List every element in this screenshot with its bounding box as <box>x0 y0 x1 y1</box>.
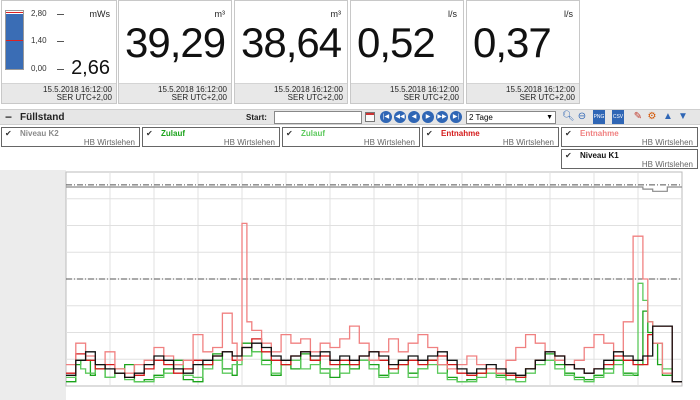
gauge-bar <box>5 10 24 70</box>
csv-export-icon[interactable]: CSV <box>612 110 624 124</box>
series-toggle[interactable]: ✔ Entnahme HB Wirtslehen <box>422 127 559 147</box>
collapse-button[interactable]: − <box>5 111 12 123</box>
tile-unit: l/s <box>448 9 457 19</box>
series-name: Entnahme <box>441 129 480 138</box>
tile-unit: m³ <box>214 9 226 19</box>
start-date-input[interactable] <box>274 111 362 124</box>
zoom-out-icon[interactable]: ⊖ <box>576 111 588 123</box>
forward-icon[interactable]: ▶ <box>422 111 434 123</box>
fast-back-icon[interactable]: ◀◀ <box>394 111 406 123</box>
y-label-panel <box>0 170 66 400</box>
tile-value: 0,52 <box>357 19 436 66</box>
tile-timezone: SER UTC+2,00 <box>287 93 343 102</box>
gauge-tick-mid: 1,40 <box>31 36 47 45</box>
value-tile[interactable]: m³ 38,64 15.5.2018 16:12:00 SER UTC+2,00 <box>234 0 348 104</box>
series-location: HB Wirtslehen <box>502 138 554 147</box>
tile-footer: 15.5.2018 16:12:00 SER UTC+2,00 <box>119 83 231 103</box>
checkbox-icon[interactable]: ✔ <box>286 130 294 138</box>
arrow-up-icon[interactable]: ▲ <box>662 111 674 123</box>
checkbox-icon[interactable]: ✔ <box>426 130 434 138</box>
start-label: Start: <box>246 113 267 122</box>
back-icon[interactable]: ◀ <box>408 111 420 123</box>
arrow-down-icon[interactable]: ▼ <box>677 111 689 123</box>
tile-timezone: SER UTC+2,00 <box>403 93 459 102</box>
tile-unit: mWs <box>89 9 111 19</box>
png-export-icon[interactable]: PNG <box>593 110 605 124</box>
series-location: HB Wirtslehen <box>363 138 415 147</box>
series-location: HB Wirtslehen <box>641 160 693 169</box>
chart-toolbar: − Füllstand Start: |◀ ◀◀ ◀ ▶ ▶▶ ▶| 2 Tag… <box>0 109 700 125</box>
series-name: Zulauf <box>301 129 325 138</box>
gauge-tick-bottom: 0,00 <box>31 64 47 73</box>
gauge-mid-marker <box>6 40 23 41</box>
edit-icon[interactable]: ✎ <box>632 111 644 123</box>
series-toggle[interactable]: ✔ Niveau K2 HB Wirtslehen <box>1 127 140 147</box>
series-toggle[interactable]: ✔ Entnahme HB Wirtslehen <box>561 127 698 147</box>
checkbox-icon[interactable]: ✔ <box>565 130 573 138</box>
checkbox-icon[interactable]: ✔ <box>565 152 573 160</box>
tile-timezone: SER UTC+2,00 <box>171 93 227 102</box>
series-toggle[interactable]: ✔ Zulauf HB Wirtslehen <box>142 127 280 147</box>
gauge-tick-top: 2,80 <box>31 9 47 18</box>
series-location: HB Wirtslehen <box>223 138 275 147</box>
settings-icon[interactable]: ⚙ <box>646 111 658 123</box>
checkbox-icon[interactable]: ✔ <box>146 130 154 138</box>
chart-svg <box>0 170 683 400</box>
gauge-tick-mark <box>57 14 64 15</box>
zoom-in-icon[interactable]: 🔍︎ <box>562 111 575 123</box>
first-page-icon[interactable]: |◀ <box>380 111 392 123</box>
value-tile[interactable]: l/s 0,52 15.5.2018 16:12:00 SER UTC+2,00 <box>350 0 464 104</box>
last-page-icon[interactable]: ▶| <box>450 111 462 123</box>
value-tile[interactable]: l/s 0,37 15.5.2018 16:12:00 SER UTC+2,00 <box>466 0 580 104</box>
series-location: HB Wirtslehen <box>641 138 693 147</box>
series-name: Zulauf <box>161 129 185 138</box>
tile-footer: 15.5.2018 16:12:00 SER UTC+2,00 <box>235 83 347 103</box>
series-toggle[interactable]: ✔ Niveau K1 HB Wirtslehen <box>561 149 698 169</box>
gauge-tile[interactable]: 2,80 1,40 0,00 mWs 2,66 15.5.2018 16:12:… <box>1 0 117 104</box>
gauge-fill <box>6 13 23 69</box>
tile-value: 39,29 <box>125 19 226 66</box>
tile-value: 38,64 <box>241 19 342 66</box>
tile-unit: m³ <box>330 9 342 19</box>
value-tile[interactable]: m³ 39,29 15.5.2018 16:12:00 SER UTC+2,00 <box>118 0 232 104</box>
series-toggle[interactable]: ✔ Zulauf HB Wirtslehen <box>282 127 420 147</box>
gauge-tick-mark <box>57 41 64 42</box>
tile-value: 0,37 <box>473 19 552 66</box>
calendar-icon[interactable] <box>365 112 375 122</box>
gauge-max-marker <box>6 12 23 13</box>
tile-footer: 15.5.2018 16:12:00 SER UTC+2,00 <box>351 83 463 103</box>
tile-footer: 15.5.2018 16:12:00 SER UTC+2,00 <box>2 83 116 103</box>
tile-unit: l/s <box>564 9 573 19</box>
panel-title: Füllstand <box>20 112 65 123</box>
tile-value: 2,66 <box>71 57 110 79</box>
chevron-down-icon: ▼ <box>546 114 553 121</box>
fast-forward-icon[interactable]: ▶▶ <box>436 111 448 123</box>
checkbox-icon[interactable]: ✔ <box>5 130 13 138</box>
tile-footer: 15.5.2018 16:12:00 SER UTC+2,00 <box>467 83 579 103</box>
gauge-tick-mark <box>57 69 64 70</box>
series-location: HB Wirtslehen <box>83 138 135 147</box>
tile-timezone: SER UTC+2,00 <box>519 93 575 102</box>
series-name: Niveau K1 <box>580 151 619 160</box>
series-name: Entnahme <box>580 129 619 138</box>
series-name: Niveau K2 <box>20 129 59 138</box>
time-range-select[interactable]: 2 Tage ▼ <box>466 111 556 124</box>
tile-timezone: SER UTC+2,00 <box>56 93 112 102</box>
line-chart: 3,00mWs3,00mWs18,00m³/h10,0l/s18,00m³/h5… <box>0 170 700 400</box>
time-range-value: 2 Tage <box>469 113 493 122</box>
